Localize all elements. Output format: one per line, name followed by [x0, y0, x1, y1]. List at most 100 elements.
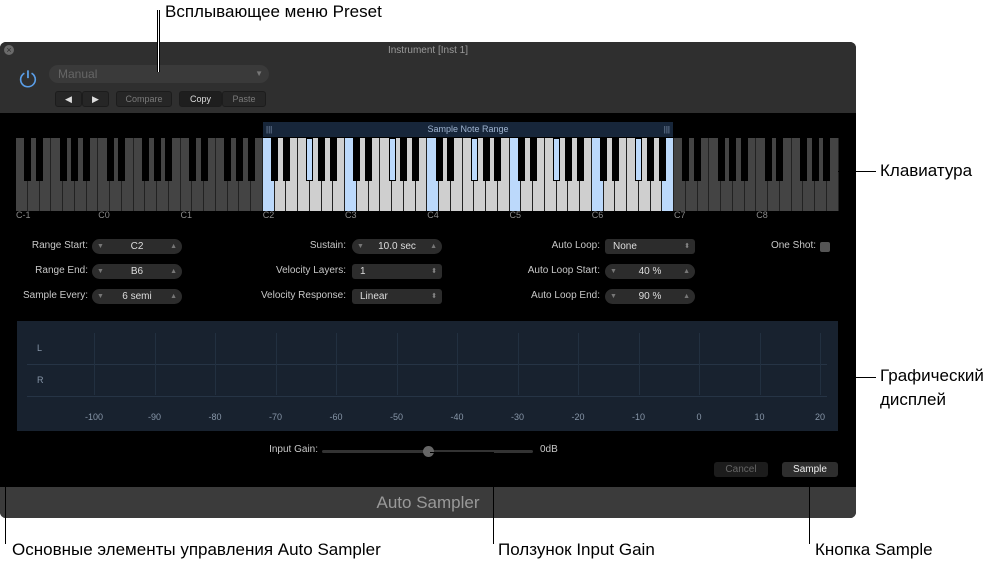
black-key[interactable]: [71, 138, 79, 181]
grid-line: [517, 333, 519, 395]
octave-label: C0: [98, 210, 110, 220]
black-key[interactable]: [482, 138, 490, 181]
black-key[interactable]: [647, 138, 654, 181]
black-key[interactable]: [529, 138, 537, 181]
one-shot-label: One Shot:: [770, 240, 816, 251]
black-key[interactable]: [553, 138, 560, 181]
one-shot-checkbox[interactable]: [820, 242, 830, 252]
db-tick-label: -50: [389, 412, 403, 422]
black-key[interactable]: [235, 138, 243, 181]
black-key[interactable]: [188, 138, 196, 181]
black-key[interactable]: [470, 138, 478, 181]
next-preset-button[interactable]: ▶: [82, 91, 109, 107]
previous-preset-button[interactable]: ◀: [55, 91, 82, 107]
black-key[interactable]: [823, 138, 831, 181]
cancel-button[interactable]: Cancel: [714, 462, 768, 477]
sample-note-range-bar[interactable]: ||| Sample Note Range |||: [263, 122, 673, 137]
db-tick-label: -90: [147, 412, 161, 422]
black-key[interactable]: [165, 138, 173, 181]
range-end-handle[interactable]: |||: [664, 122, 670, 137]
black-key[interactable]: [106, 138, 114, 181]
black-key[interactable]: [799, 138, 807, 181]
db-tick-label: -10: [631, 412, 645, 422]
black-key[interactable]: [83, 138, 90, 181]
black-key[interactable]: [776, 138, 784, 181]
black-key[interactable]: [635, 138, 643, 181]
octave-label: C-1: [16, 210, 31, 220]
auto-loop-end-label: Auto Loop End:: [531, 290, 600, 301]
auto-loop-end-stepper[interactable]: ▼ 90 % ▲: [605, 289, 695, 304]
range-start-handle[interactable]: |||: [266, 122, 272, 137]
black-key[interactable]: [306, 138, 314, 181]
black-key[interactable]: [658, 138, 666, 181]
black-key[interactable]: [435, 138, 443, 181]
input-gain-label: Input Gain:: [269, 444, 318, 455]
black-key[interactable]: [741, 138, 748, 181]
octave-label: C7: [674, 210, 686, 220]
black-key[interactable]: [247, 138, 255, 181]
black-key[interactable]: [412, 138, 419, 181]
db-tick-label: -60: [329, 412, 343, 422]
velocity-response-select[interactable]: Linear ⬍: [352, 289, 442, 304]
black-key[interactable]: [600, 138, 607, 181]
black-key[interactable]: [224, 138, 231, 181]
range-end-stepper[interactable]: ▼ B6 ▲: [92, 264, 182, 279]
paste-button[interactable]: Paste: [222, 91, 266, 107]
auto-loop-select[interactable]: None ⬍: [605, 239, 695, 254]
octave-label: C5: [509, 210, 522, 220]
octave-label: C8: [756, 210, 768, 220]
black-key[interactable]: [365, 138, 372, 181]
black-key[interactable]: [494, 138, 502, 181]
black-key[interactable]: [400, 138, 408, 181]
callout-line: [838, 171, 876, 172]
black-key[interactable]: [282, 138, 290, 181]
black-key[interactable]: [764, 138, 772, 181]
grid-line: [396, 333, 398, 395]
callout-line: [430, 452, 493, 453]
compare-button[interactable]: Compare: [116, 91, 172, 107]
black-key[interactable]: [611, 138, 619, 181]
black-key[interactable]: [694, 138, 701, 181]
range-start-stepper[interactable]: ▼ C2 ▲: [92, 239, 182, 254]
black-key[interactable]: [59, 138, 67, 181]
sample-every-stepper[interactable]: ▼ 6 semi ▲: [92, 289, 182, 304]
db-tick-label: -40: [450, 412, 464, 422]
sample-button[interactable]: Sample: [782, 462, 838, 477]
keyboard[interactable]: [16, 138, 839, 211]
black-key[interactable]: [517, 138, 525, 181]
black-key[interactable]: [318, 138, 325, 181]
black-key[interactable]: [682, 138, 690, 181]
black-key[interactable]: [200, 138, 208, 181]
black-key[interactable]: [811, 138, 819, 181]
annotation-display-line1: Графический: [880, 366, 984, 385]
sustain-stepper[interactable]: ▼ 10.0 sec ▲: [352, 239, 442, 254]
black-key[interactable]: [353, 138, 361, 181]
black-key[interactable]: [141, 138, 149, 181]
octave-label: C2: [262, 210, 275, 220]
black-key[interactable]: [118, 138, 126, 181]
black-key[interactable]: [388, 138, 396, 181]
black-key[interactable]: [329, 138, 337, 181]
black-key[interactable]: [564, 138, 572, 181]
copy-button[interactable]: Copy: [179, 91, 222, 107]
black-key[interactable]: [717, 138, 725, 181]
black-key[interactable]: [447, 138, 455, 181]
velocity-layers-select[interactable]: 1 ⬍: [352, 264, 442, 279]
db-tick-label: -20: [571, 412, 585, 422]
black-key[interactable]: [36, 138, 43, 181]
range-label: Sample Note Range: [427, 124, 509, 134]
range-start-label: Range Start:: [31, 240, 88, 251]
octave-label: C3: [345, 210, 357, 220]
octave-label: C1: [180, 210, 193, 220]
plugin-name-footer: Auto Sampler: [0, 487, 856, 518]
graphic-display: L R -100 -90 -80 -70 -60 -50 -40 -30 -20 -10 0 10 20: [17, 321, 838, 431]
black-key[interactable]: [729, 138, 737, 181]
power-icon[interactable]: ⏻: [16, 68, 40, 92]
black-key[interactable]: [153, 138, 161, 181]
grid-line: [759, 333, 761, 395]
auto-loop-start-stepper[interactable]: ▼ 40 % ▲: [605, 264, 695, 279]
black-key[interactable]: [24, 138, 32, 181]
black-key[interactable]: [271, 138, 278, 181]
black-key[interactable]: [576, 138, 584, 181]
window-title: Instrument [Inst 1]: [387, 45, 469, 56]
